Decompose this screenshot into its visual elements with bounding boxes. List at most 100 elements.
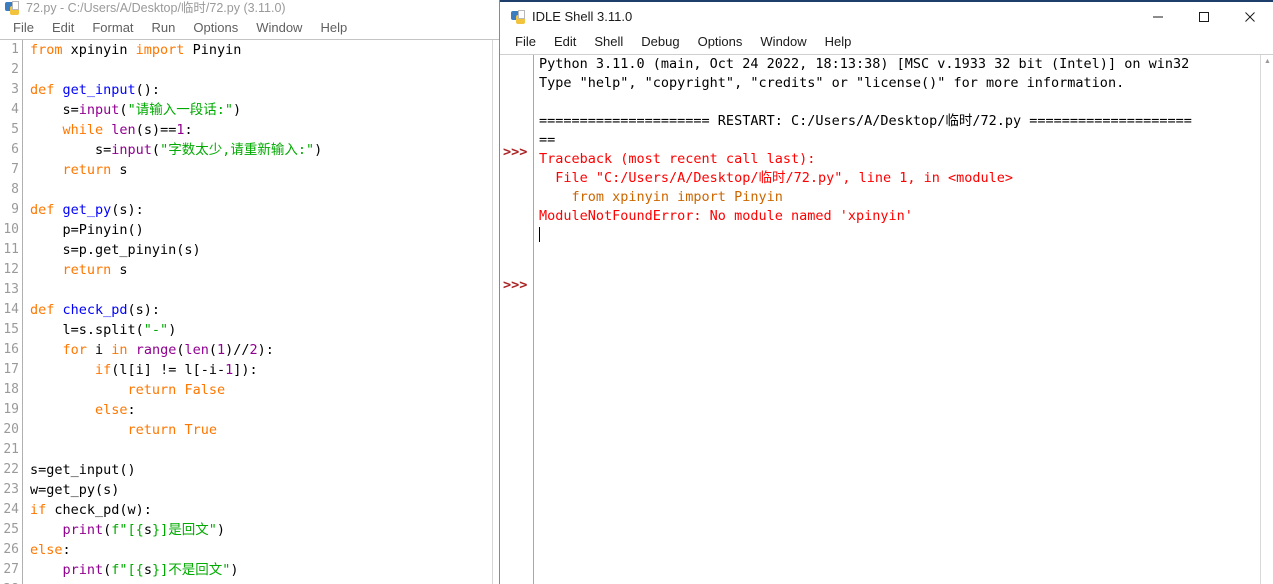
line-number: 23 xyxy=(3,482,19,497)
code-token: from xyxy=(30,42,71,58)
maximize-button[interactable] xyxy=(1181,2,1227,31)
line-number: 22 xyxy=(3,462,19,477)
editor-menu-item-run[interactable]: Run xyxy=(143,18,185,38)
shell-output-line: Traceback (most recent call last): xyxy=(535,150,1259,169)
line-number: 9 xyxy=(11,202,19,217)
editor-menu-item-options[interactable]: Options xyxy=(184,18,247,38)
code-token: )// xyxy=(225,342,250,358)
code-token: else xyxy=(30,542,63,558)
code-line: else: xyxy=(24,540,491,560)
line-number: 10 xyxy=(3,222,19,237)
minimize-icon xyxy=(1153,16,1163,17)
code-line: return True xyxy=(24,420,491,440)
code-token: 1 xyxy=(217,342,226,358)
editor-menu-item-help[interactable]: Help xyxy=(311,18,356,38)
minimize-button[interactable] xyxy=(1135,2,1181,31)
code-token: ( xyxy=(151,142,161,158)
code-token: input xyxy=(78,102,120,118)
code-token: ( xyxy=(119,102,128,118)
idle-shell-window: IDLE Shell 3.11.0 File Edit Shell Debug Opt xyxy=(499,0,1273,584)
editor-right-edge xyxy=(492,40,499,584)
code-token: len xyxy=(111,122,136,138)
line-number: 20 xyxy=(3,422,19,437)
code-token: f"[{ xyxy=(111,562,144,578)
screen-root: 72.py - C:/Users/A/Desktop/临时/72.py (3.1… xyxy=(0,0,1273,584)
editor-menu-item-edit[interactable]: Edit xyxy=(43,18,83,38)
code-line: def get_input(): xyxy=(24,80,491,100)
code-token: ( xyxy=(208,342,217,358)
shell-prompt: >>> xyxy=(503,144,528,160)
code-line: s=get_input() xyxy=(24,460,491,480)
shell-menu-item-file[interactable]: File xyxy=(506,31,545,52)
line-number: 3 xyxy=(11,82,19,97)
editor-menu-item-format[interactable]: Format xyxy=(83,18,142,38)
code-token: in xyxy=(111,342,136,358)
code-token: xpinyin xyxy=(70,42,136,58)
shell-menu-item-help[interactable]: Help xyxy=(816,31,861,52)
shell-output-content[interactable]: Python 3.11.0 (main, Oct 24 2022, 18:13:… xyxy=(535,55,1259,584)
shell-vertical-scrollbar[interactable]: ▲ xyxy=(1260,55,1273,584)
shell-output-line: ===================== RESTART: C:/Users/… xyxy=(535,112,1259,131)
shell-menu-bar: File Edit Shell Debug Options Window Help xyxy=(500,30,1273,53)
shell-output-area[interactable]: >>> >>> Python 3.11.0 (main, Oct 24 2022,… xyxy=(500,54,1273,584)
code-token: print xyxy=(62,562,104,578)
editor-code-content[interactable]: from xpinyin import Pinyin def get_input… xyxy=(24,40,491,584)
code-line: w=get_py(s) xyxy=(24,480,491,500)
code-line: l=s.split("-") xyxy=(24,320,491,340)
code-token: return xyxy=(62,262,120,278)
shell-menu-item-debug[interactable]: Debug xyxy=(632,31,688,52)
shell-token: from xpinyin import Pinyin xyxy=(539,189,783,205)
shell-output-line: ModuleNotFoundError: No module named 'xp… xyxy=(535,207,1259,226)
close-icon xyxy=(1245,11,1255,22)
code-token: if xyxy=(95,362,112,378)
shell-token: ===================== RESTART: C:/Users/… xyxy=(539,113,1192,129)
code-token: "请输入一段话:" xyxy=(127,102,233,118)
shell-menu-item-options[interactable]: Options xyxy=(689,31,752,52)
close-button[interactable] xyxy=(1227,2,1273,31)
code-line: for i in range(len(1)//2): xyxy=(24,340,491,360)
code-token: s= xyxy=(30,102,79,118)
line-number: 25 xyxy=(3,522,19,537)
code-token: def xyxy=(30,82,63,98)
code-token: ) xyxy=(168,322,177,338)
editor-menu-item-file[interactable]: File xyxy=(4,18,43,38)
shell-menu-item-edit[interactable]: Edit xyxy=(545,31,585,52)
code-line: else: xyxy=(24,400,491,420)
shell-menu-item-shell[interactable]: Shell xyxy=(585,31,632,52)
code-token: range xyxy=(135,342,177,358)
code-token: return xyxy=(62,162,120,178)
code-token: s xyxy=(143,562,152,578)
code-token: return xyxy=(127,382,185,398)
line-number: 19 xyxy=(3,402,19,417)
shell-menu-item-window[interactable]: Window xyxy=(751,31,815,52)
code-line: def check_pd(s): xyxy=(24,300,491,320)
code-token: def xyxy=(30,302,63,318)
code-token: return xyxy=(127,422,185,438)
line-number: 11 xyxy=(3,242,19,257)
code-token: get_py xyxy=(62,202,112,218)
code-token: (): xyxy=(135,82,161,98)
code-token: Pinyin xyxy=(192,42,242,58)
code-token: (l[i] != l[-i- xyxy=(111,362,226,378)
code-token: 1 xyxy=(225,362,234,378)
idle-editor-window: 72.py - C:/Users/A/Desktop/临时/72.py (3.1… xyxy=(0,0,499,584)
code-line: s=input("字数太少,请重新输入:") xyxy=(24,140,491,160)
code-line: s=input("请输入一段话:") xyxy=(24,100,491,120)
line-number: 6 xyxy=(11,142,19,157)
scroll-up-arrow-icon[interactable]: ▲ xyxy=(1261,55,1273,68)
shell-output-line: File "C:/Users/A/Desktop/临时/72.py", line… xyxy=(535,169,1259,188)
shell-token: Type "help", "copyright", "credits" or "… xyxy=(539,75,1125,91)
line-number: 27 xyxy=(3,562,19,577)
editor-text-area[interactable]: 1 2 3 4 5 6 7 8 9 10 11 12 13 14 15 16 17 18 19 20 21 22 23 24 2… xyxy=(0,39,499,584)
shell-prompt-gutter: >>> >>> xyxy=(500,55,534,584)
editor-menu-item-window[interactable]: Window xyxy=(247,18,311,38)
